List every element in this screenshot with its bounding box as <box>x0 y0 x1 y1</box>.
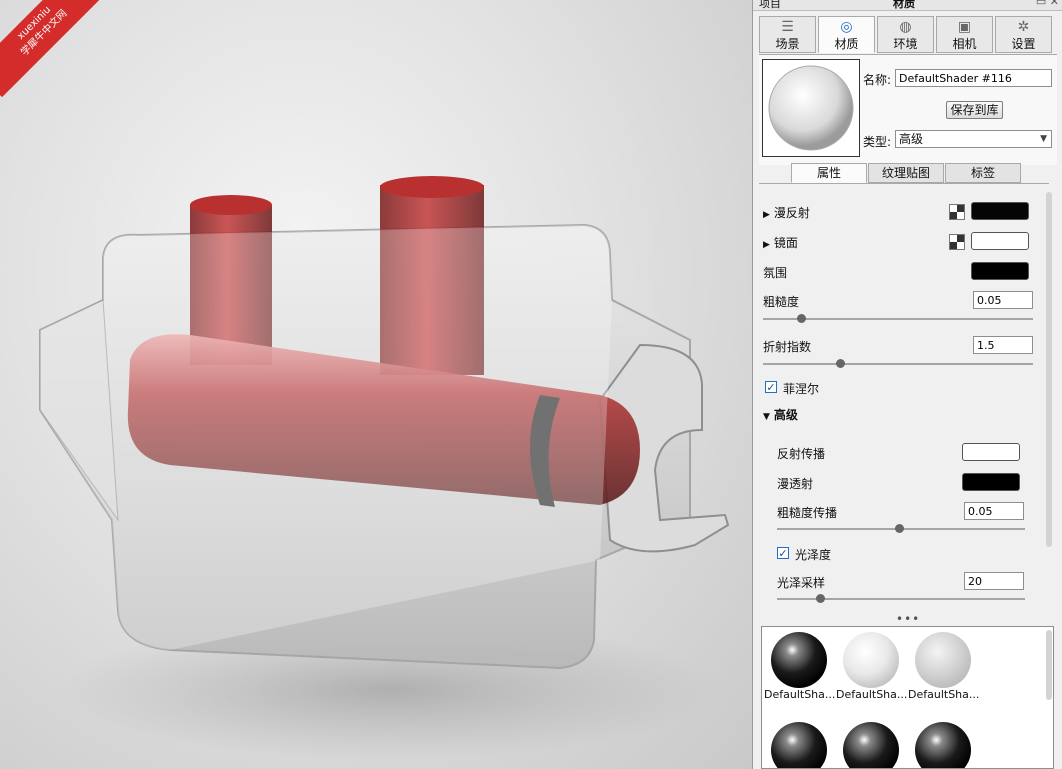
type-label: 类型: <box>863 135 892 149</box>
tab-camera[interactable]: ▣ 相机 <box>936 16 993 53</box>
material-ball <box>843 632 899 688</box>
material-library: DefaultSha... DefaultSha... DefaultSha..… <box>761 626 1054 769</box>
gloss-samples-input[interactable] <box>964 572 1024 590</box>
ior-label: 折射指数 <box>763 340 812 354</box>
ior-slider-knob[interactable] <box>836 359 845 368</box>
window-buttons[interactable]: ▭ ✕ <box>1036 0 1059 8</box>
fresnel-checkbox[interactable]: ✓ <box>765 381 777 393</box>
properties-scrollbar[interactable] <box>1046 192 1052 547</box>
tab-material[interactable]: ◎ 材质 <box>818 16 875 53</box>
list-icon: ☰ <box>781 19 794 35</box>
material-ball <box>843 722 899 768</box>
tab-label: 设置 <box>1011 37 1036 51</box>
library-swatch-label: DefaultSha... <box>764 688 836 701</box>
roughness-label: 粗糙度 <box>763 295 800 309</box>
gloss-samples-label: 光泽采样 <box>777 576 826 590</box>
diffuse-label: 漫反射 <box>773 206 810 220</box>
ambient-color-swatch[interactable] <box>971 262 1029 280</box>
advanced-expander[interactable]: ▼ 高级 <box>763 406 798 423</box>
globe-icon: ◍ <box>899 19 912 35</box>
specular-label: 镜面 <box>773 236 798 250</box>
gloss-samples-slider-knob[interactable] <box>816 594 825 603</box>
roughness-spread-slider[interactable] <box>777 524 1025 533</box>
material-ball <box>771 722 827 768</box>
property-tabs: 属性 纹理贴图 标签 <box>791 163 1022 183</box>
texture-checker-icon[interactable] <box>949 234 965 250</box>
tab-label: 环境 <box>893 37 918 51</box>
camera-icon: ▣ <box>957 19 972 35</box>
roughness-input[interactable] <box>973 291 1033 309</box>
main-tabs: ☰ 场景 ◎ 材质 ◍ 环境 ▣ 相机 ✲ 设置 <box>759 16 1054 54</box>
roughness-slider[interactable] <box>763 314 1033 323</box>
material-ball <box>915 722 971 768</box>
roughness-spread-label: 粗糙度传播 <box>777 506 838 520</box>
gear-icon: ✲ <box>1017 19 1030 35</box>
tab-scene[interactable]: ☰ 场景 <box>759 16 816 53</box>
material-ball <box>771 632 827 688</box>
more-dots-handle[interactable]: ••• <box>896 612 920 626</box>
texture-checker-icon[interactable] <box>949 204 965 220</box>
expand-arrow-icon: ▶ <box>763 210 770 220</box>
collapse-arrow-icon: ▼ <box>763 412 770 422</box>
advanced-label: 高级 <box>773 408 798 422</box>
tab-settings[interactable]: ✲ 设置 <box>995 16 1052 53</box>
diffuse-expander[interactable]: ▶ 漫反射 <box>763 204 810 221</box>
library-swatch[interactable] <box>908 717 978 768</box>
tab-labels[interactable]: 标签 <box>945 163 1021 183</box>
glossiness-checkbox[interactable]: ✓ <box>777 547 789 559</box>
fresnel-label: 菲涅尔 <box>783 382 820 396</box>
tab-environment[interactable]: ◍ 环境 <box>877 16 934 53</box>
material-type-value: 高级 <box>899 132 924 146</box>
material-preview[interactable] <box>762 59 860 157</box>
library-swatch[interactable] <box>836 717 906 768</box>
roughness-spread-slider-knob[interactable] <box>895 524 904 533</box>
chevron-down-icon: ▼ <box>1040 134 1047 144</box>
properties-list: ▶漫反射 ▶镜面 氛围 粗糙度 折射指数 <box>759 183 1049 616</box>
project-label[interactable]: 项目 <box>759 0 781 10</box>
library-swatch[interactable]: DefaultSha... <box>764 627 836 707</box>
library-swatch[interactable] <box>764 717 834 768</box>
save-to-library-button[interactable]: 保存到库 <box>946 101 1003 119</box>
material-type-select[interactable]: 高级 ▼ <box>895 130 1052 148</box>
library-swatch-label: DefaultSha... <box>836 688 908 701</box>
library-swatch[interactable]: DefaultSha... <box>836 627 908 707</box>
roughness-slider-knob[interactable] <box>797 314 806 323</box>
preview-sphere <box>768 65 854 151</box>
transmission-swatch[interactable] <box>962 473 1020 491</box>
render-viewport[interactable]: xuexiniu 学犀牛中文网 <box>0 0 752 769</box>
reflection-spread-swatch[interactable] <box>962 443 1020 461</box>
ior-input[interactable] <box>973 336 1033 354</box>
ambient-label: 氛围 <box>763 266 788 280</box>
specular-expander[interactable]: ▶ 镜面 <box>763 234 798 251</box>
gloss-samples-slider[interactable] <box>777 594 1025 603</box>
glossiness-label: 光泽度 <box>795 548 832 562</box>
tab-label: 材质 <box>834 37 859 51</box>
reflection-spread-label: 反射传播 <box>777 447 826 461</box>
panel-title-bar: 项目 材质 ▭ ✕ <box>753 0 1062 11</box>
material-name-input[interactable] <box>895 69 1052 87</box>
ior-slider[interactable] <box>763 359 1033 368</box>
tab-texture-maps[interactable]: 纹理贴图 <box>868 163 944 183</box>
library-swatch[interactable]: DefaultSha... <box>908 627 980 707</box>
rendered-model <box>39 176 730 760</box>
material-header: 名称: 保存到库 类型: 高级 ▼ <box>759 54 1057 165</box>
roughness-spread-input[interactable] <box>964 502 1024 520</box>
library-swatch-label: DefaultSha... <box>908 688 980 701</box>
library-scrollbar[interactable] <box>1046 630 1052 700</box>
material-icon: ◎ <box>840 19 853 35</box>
specular-color-swatch[interactable] <box>971 232 1029 250</box>
tab-properties[interactable]: 属性 <box>791 163 867 183</box>
panel-title: 材质 <box>893 0 915 10</box>
name-label: 名称: <box>863 73 892 87</box>
diffuse-color-swatch[interactable] <box>971 202 1029 220</box>
transmission-label: 漫透射 <box>777 477 814 491</box>
tab-label: 相机 <box>952 37 977 51</box>
material-ball <box>915 632 971 688</box>
tab-label: 场景 <box>775 37 800 51</box>
expand-arrow-icon: ▶ <box>763 240 770 250</box>
